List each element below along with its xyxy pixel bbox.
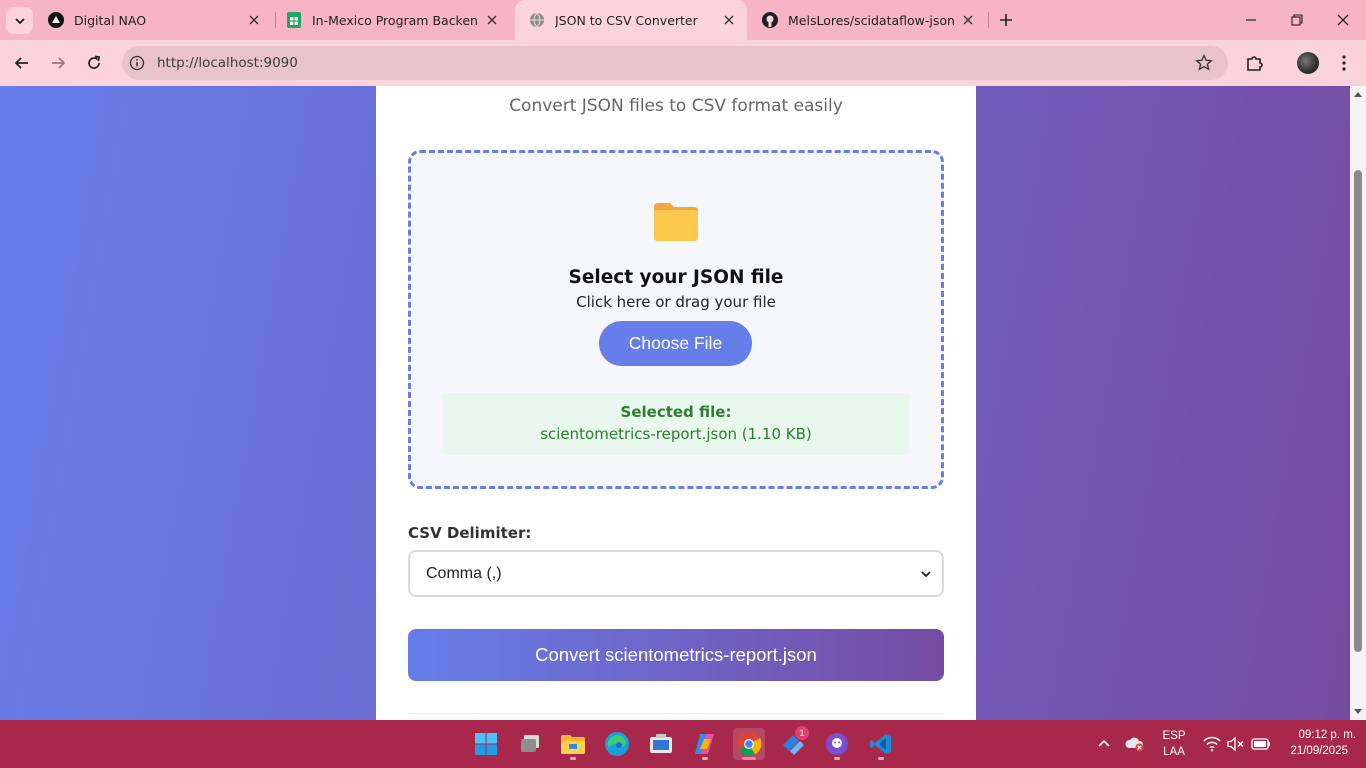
- reload-icon: [88, 55, 100, 69]
- language-indicator[interactable]: ESP: [1160, 730, 1188, 742]
- tab-title: JSON to CSV Converter: [555, 12, 698, 28]
- running-indicator: [742, 757, 756, 760]
- restore-button[interactable]: [1274, 0, 1320, 40]
- reload-button[interactable]: [80, 49, 108, 77]
- tab-search-button[interactable]: [6, 7, 33, 34]
- page-subtitle: Convert JSON files to CSV format easily: [509, 96, 843, 116]
- selected-file-panel: Selected file: scientometrics-report.jso…: [443, 393, 909, 455]
- github-icon: [762, 12, 778, 28]
- dropzone-hint: Click here or drag your file: [576, 293, 776, 311]
- file-drop-zone[interactable]: Select your JSON file Click here or drag…: [408, 150, 944, 489]
- minimize-icon: [1246, 19, 1256, 21]
- page-viewport: Convert JSON files to CSV format easily …: [0, 86, 1350, 720]
- restore-icon: [1291, 14, 1303, 26]
- close-icon: [1337, 14, 1349, 26]
- close-tab-icon[interactable]: [484, 12, 500, 28]
- edge-icon[interactable]: [601, 728, 633, 760]
- clock-time[interactable]: 09:12 p. m.: [1280, 729, 1356, 741]
- cloud-sync-error-icon[interactable]: [1125, 735, 1145, 753]
- selected-file-name: scientometrics-report.json (1.10 KB): [540, 425, 812, 443]
- extensions-puzzle-icon[interactable]: [1245, 53, 1265, 73]
- running-indicator: [878, 757, 884, 760]
- new-tab-button[interactable]: [994, 9, 1018, 31]
- tab-title: In-Mexico Program Backend Gp: [312, 12, 478, 28]
- back-button[interactable]: [8, 49, 36, 77]
- delimiter-label: CSV Delimiter:: [408, 524, 532, 542]
- close-window-button[interactable]: [1320, 0, 1366, 40]
- snipping-tool-icon[interactable]: [645, 728, 677, 760]
- address-url[interactable]: http://localhost:9090: [157, 55, 298, 71]
- tab-title: MelsLores/scidataflow-json-csv: [788, 12, 954, 28]
- github-desktop-icon[interactable]: [821, 728, 853, 760]
- tab-strip: Digital NAO In-Mexico Program Backend Gp…: [0, 0, 1366, 40]
- bookmark-star-icon[interactable]: [1195, 54, 1213, 72]
- tab-digital-nao[interactable]: Digital NAO: [34, 0, 272, 40]
- copilot-icon[interactable]: [689, 728, 721, 760]
- chevron-down-icon: [14, 17, 25, 24]
- running-indicator: [702, 757, 708, 760]
- tab-in-mexico-program[interactable]: In-Mexico Program Backend Gp: [272, 0, 510, 40]
- dropzone-title: Select your JSON file: [568, 267, 784, 288]
- folder-icon: [654, 203, 698, 241]
- plus-icon: [1000, 14, 1012, 26]
- google-sheets-icon: [286, 12, 302, 28]
- arrow-left-icon: [14, 57, 28, 69]
- tab-title: Digital NAO: [74, 12, 147, 28]
- scrollbar-thumb[interactable]: [1354, 170, 1362, 652]
- minimize-button[interactable]: [1228, 0, 1274, 40]
- clock-date[interactable]: 21/09/2025: [1280, 745, 1348, 757]
- windows-taskbar: 1 ESP LAA 09:12 p. m. 21/09/2025: [0, 720, 1366, 768]
- notification-badge: 1: [795, 726, 809, 740]
- power-automate-icon[interactable]: 1: [777, 726, 809, 760]
- delimiter-selected-value: Comma (,): [426, 564, 502, 582]
- arrow-right-icon: [52, 57, 66, 69]
- close-tab-icon[interactable]: [721, 12, 737, 28]
- section-divider: [408, 713, 944, 714]
- battery-icon[interactable]: [1251, 737, 1271, 751]
- convert-button[interactable]: Convert scientometrics-report.json: [408, 629, 944, 681]
- chrome-icon[interactable]: [733, 728, 765, 760]
- forward-button[interactable]: [44, 49, 72, 77]
- profile-avatar[interactable]: [1297, 52, 1319, 74]
- more-menu-icon[interactable]: [1336, 54, 1352, 72]
- selected-file-label: Selected file:: [620, 403, 732, 421]
- chevron-up-icon[interactable]: [1097, 737, 1111, 749]
- tab-github-repo[interactable]: MelsLores/scidataflow-json-csv: [748, 0, 986, 40]
- triangle-logo-icon: [48, 12, 64, 28]
- converter-card: Convert JSON files to CSV format easily …: [376, 86, 976, 720]
- running-indicator: [570, 757, 576, 760]
- chevron-down-icon: [921, 571, 931, 578]
- running-indicator: [834, 757, 840, 760]
- delimiter-select[interactable]: Comma (,): [408, 550, 944, 597]
- keyboard-layout-indicator[interactable]: LAA: [1160, 746, 1188, 758]
- volume-muted-icon[interactable]: [1227, 736, 1245, 752]
- globe-icon: [529, 12, 545, 28]
- task-view-icon[interactable]: [514, 728, 546, 760]
- windows-start-icon[interactable]: [470, 728, 502, 760]
- wifi-icon[interactable]: [1203, 736, 1221, 752]
- close-tab-icon[interactable]: [960, 12, 976, 28]
- choose-file-button[interactable]: Choose File: [599, 321, 752, 366]
- close-tab-icon[interactable]: [246, 12, 262, 28]
- site-info-icon[interactable]: [129, 55, 145, 71]
- vscode-icon[interactable]: [865, 728, 897, 760]
- page-scrollbar[interactable]: [1350, 86, 1366, 720]
- scroll-down-arrow-icon[interactable]: [1353, 707, 1363, 717]
- tab-json-to-csv-converter[interactable]: JSON to CSV Converter: [515, 0, 747, 40]
- file-explorer-icon[interactable]: [557, 728, 589, 760]
- tab-separator: [988, 12, 989, 28]
- scroll-up-arrow-icon[interactable]: [1353, 89, 1363, 99]
